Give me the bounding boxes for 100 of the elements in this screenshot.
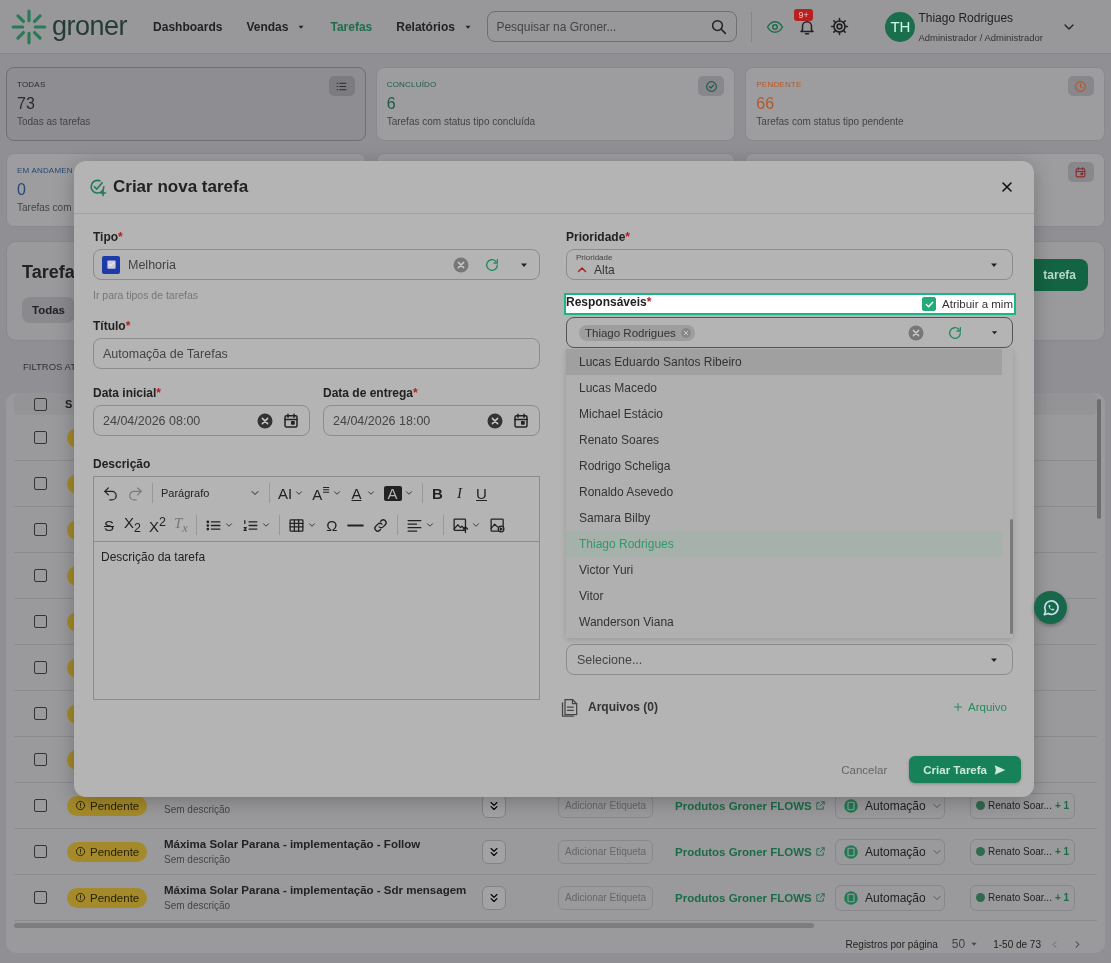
description-editor[interactable]: Descrição da tarefa	[94, 542, 539, 699]
dropdown-option[interactable]: Victor Yuri	[566, 557, 1002, 583]
assignee-select[interactable]: Renato Soar... + 1	[970, 884, 1076, 911]
row-checkbox[interactable]	[34, 523, 47, 536]
calendar-icon[interactable]	[282, 411, 300, 430]
cancel-button[interactable]: Cancelar	[835, 762, 894, 777]
checkbox-label: Atribuir a mim	[942, 298, 1013, 310]
search-field[interactable]: Pesquisar na Groner...	[487, 11, 738, 42]
chevron-icon	[223, 520, 234, 530]
title-input[interactable]: Automaçõa de Tarefas	[93, 338, 540, 369]
toolbar-button[interactable]	[451, 516, 481, 534]
dropdown-option[interactable]: Michael Estácio	[566, 401, 1002, 427]
toolbar-button[interactable]: A	[349, 485, 376, 501]
card-icon-button[interactable]	[1068, 162, 1094, 182]
summary-card[interactable]: PENDENTE 66 Tarefas com status tipo pendente	[745, 67, 1105, 141]
toolbar-button[interactable]: X$_{2}$	[124, 515, 141, 535]
page-range: 1-50 de 73	[993, 938, 1041, 950]
row-checkbox[interactable]	[34, 477, 47, 490]
nav-link[interactable]: Dashboards	[141, 19, 235, 34]
row-checkbox[interactable]	[34, 799, 47, 812]
toolbar-button[interactable]: X$^{2}$	[148, 516, 166, 534]
category-icon	[842, 842, 860, 861]
close-icon	[999, 179, 1015, 195]
create-task-button[interactable]: Criar Tarefa	[909, 756, 1021, 783]
date-input[interactable]: 24/04/2026 08:00	[93, 405, 310, 436]
nav-link[interactable]: Relatórios	[384, 19, 485, 34]
task-description: Sem descrição	[164, 854, 231, 865]
toolbar-button[interactable]	[488, 516, 506, 534]
toolbar-button[interactable]	[371, 516, 389, 534]
field-label: Data inicial*	[93, 386, 162, 400]
assignees-select[interactable]: Thiago Rodrigues	[566, 317, 1013, 348]
clear-icon[interactable]	[486, 411, 504, 430]
field-label: Responsáveis*	[566, 295, 652, 309]
field-label: Prioridade*	[566, 230, 631, 244]
card-title: CONCLUÍDO	[386, 80, 437, 89]
row-checkbox[interactable]	[34, 431, 47, 444]
clear-icon[interactable]	[256, 411, 274, 430]
summary-card[interactable]: CONCLUÍDO 6 Tarefas com status tipo concluída	[375, 67, 736, 141]
toolbar-button[interactable]: AI	[278, 485, 305, 501]
card-icon-button[interactable]	[328, 76, 355, 96]
parent-task-select[interactable]: Selecione...	[566, 644, 1013, 675]
nav-link[interactable]: Vendas	[234, 19, 319, 34]
toolbar-button[interactable]: A$^{≡}$	[312, 484, 342, 502]
card-count: 6	[386, 95, 396, 113]
toolbar-button[interactable]: B	[430, 485, 445, 501]
status-badge[interactable]: Pendente	[67, 841, 148, 862]
row-checkbox[interactable]	[34, 753, 47, 766]
toolbar-button[interactable]: Ω	[324, 517, 339, 533]
card-title: EM ANDAMEN	[17, 166, 73, 175]
expand-button[interactable]	[482, 885, 506, 910]
dropdown-option[interactable]: Lucas Eduardo Santos Ribeiro	[566, 349, 1002, 375]
calendar-icon	[1074, 165, 1088, 179]
status-badge[interactable]: Pendente	[67, 887, 148, 908]
dropdown-option[interactable]: Rodrigo Scheliga	[566, 453, 1002, 479]
row-checkbox[interactable]	[34, 891, 47, 904]
chevron-icon	[470, 520, 481, 530]
calendar-icon[interactable]	[512, 411, 530, 430]
remove-icon	[679, 326, 692, 339]
settings-icon[interactable]	[830, 17, 850, 36]
close-button[interactable]	[999, 179, 1015, 195]
dropdown-option[interactable]: Wanderson Viana	[566, 609, 1002, 635]
toolbar-button[interactable]	[102, 484, 119, 502]
row-checkbox[interactable]	[34, 707, 47, 720]
dropdown-option[interactable]: Ronaldo Asevedo	[566, 479, 1002, 505]
dropdown-option[interactable]: Renato Soares	[566, 427, 1002, 453]
category-select[interactable]: Automação	[835, 838, 945, 865]
toolbar-button[interactable]: U	[474, 485, 489, 501]
priority-select[interactable]: Prioridade Alta	[566, 249, 1013, 280]
logo-icon	[10, 7, 48, 46]
row-checkbox[interactable]	[34, 569, 47, 582]
dropdown-option[interactable]: Vitor	[566, 583, 1002, 609]
dropdown-option[interactable]: Lucas Macedo	[566, 375, 1002, 401]
filter-chip[interactable]: Todas	[22, 297, 75, 323]
date-input[interactable]: 24/04/2026 18:00	[323, 405, 540, 436]
toolbar-button[interactable]	[287, 516, 317, 534]
paragraph-select[interactable]: Parágrafo	[161, 487, 261, 499]
toolbar-button[interactable]: I	[452, 485, 467, 501]
checkbox[interactable]	[922, 297, 937, 311]
page-size-select[interactable]: 50	[945, 936, 986, 952]
checkbox-icon	[105, 259, 117, 270]
assignee-chip[interactable]: Thiago Rodrigues	[579, 324, 695, 341]
dropdown-option[interactable]: Samara Bilby	[566, 505, 1002, 531]
assignee-select[interactable]: Renato Soar... + 1	[970, 838, 1076, 865]
horizontal-line-icon	[346, 523, 364, 527]
card-count: 0	[17, 181, 26, 199]
assignee-name: Renato Soar...	[988, 800, 1052, 811]
toolbar-button[interactable]: S	[102, 517, 116, 533]
card-icon-button[interactable]	[698, 76, 725, 96]
row-checkbox[interactable]	[34, 615, 47, 628]
status-badge[interactable]: Pendente	[67, 795, 148, 816]
select-all-checkbox[interactable]	[34, 397, 47, 411]
summary-card[interactable]: TODAS 73 Todas as tarefas	[6, 67, 366, 141]
card-subtitle: Tarefas com status tipo concluída	[386, 116, 536, 127]
expand-button[interactable]	[482, 839, 506, 864]
row-checkbox[interactable]	[34, 845, 47, 858]
category-select[interactable]: Automação	[835, 884, 945, 911]
check-circle-icon	[704, 79, 718, 93]
user-role: Administrador / Administrador	[918, 31, 1043, 43]
row-checkbox[interactable]	[34, 661, 47, 674]
toolbar-button[interactable]	[346, 523, 364, 527]
